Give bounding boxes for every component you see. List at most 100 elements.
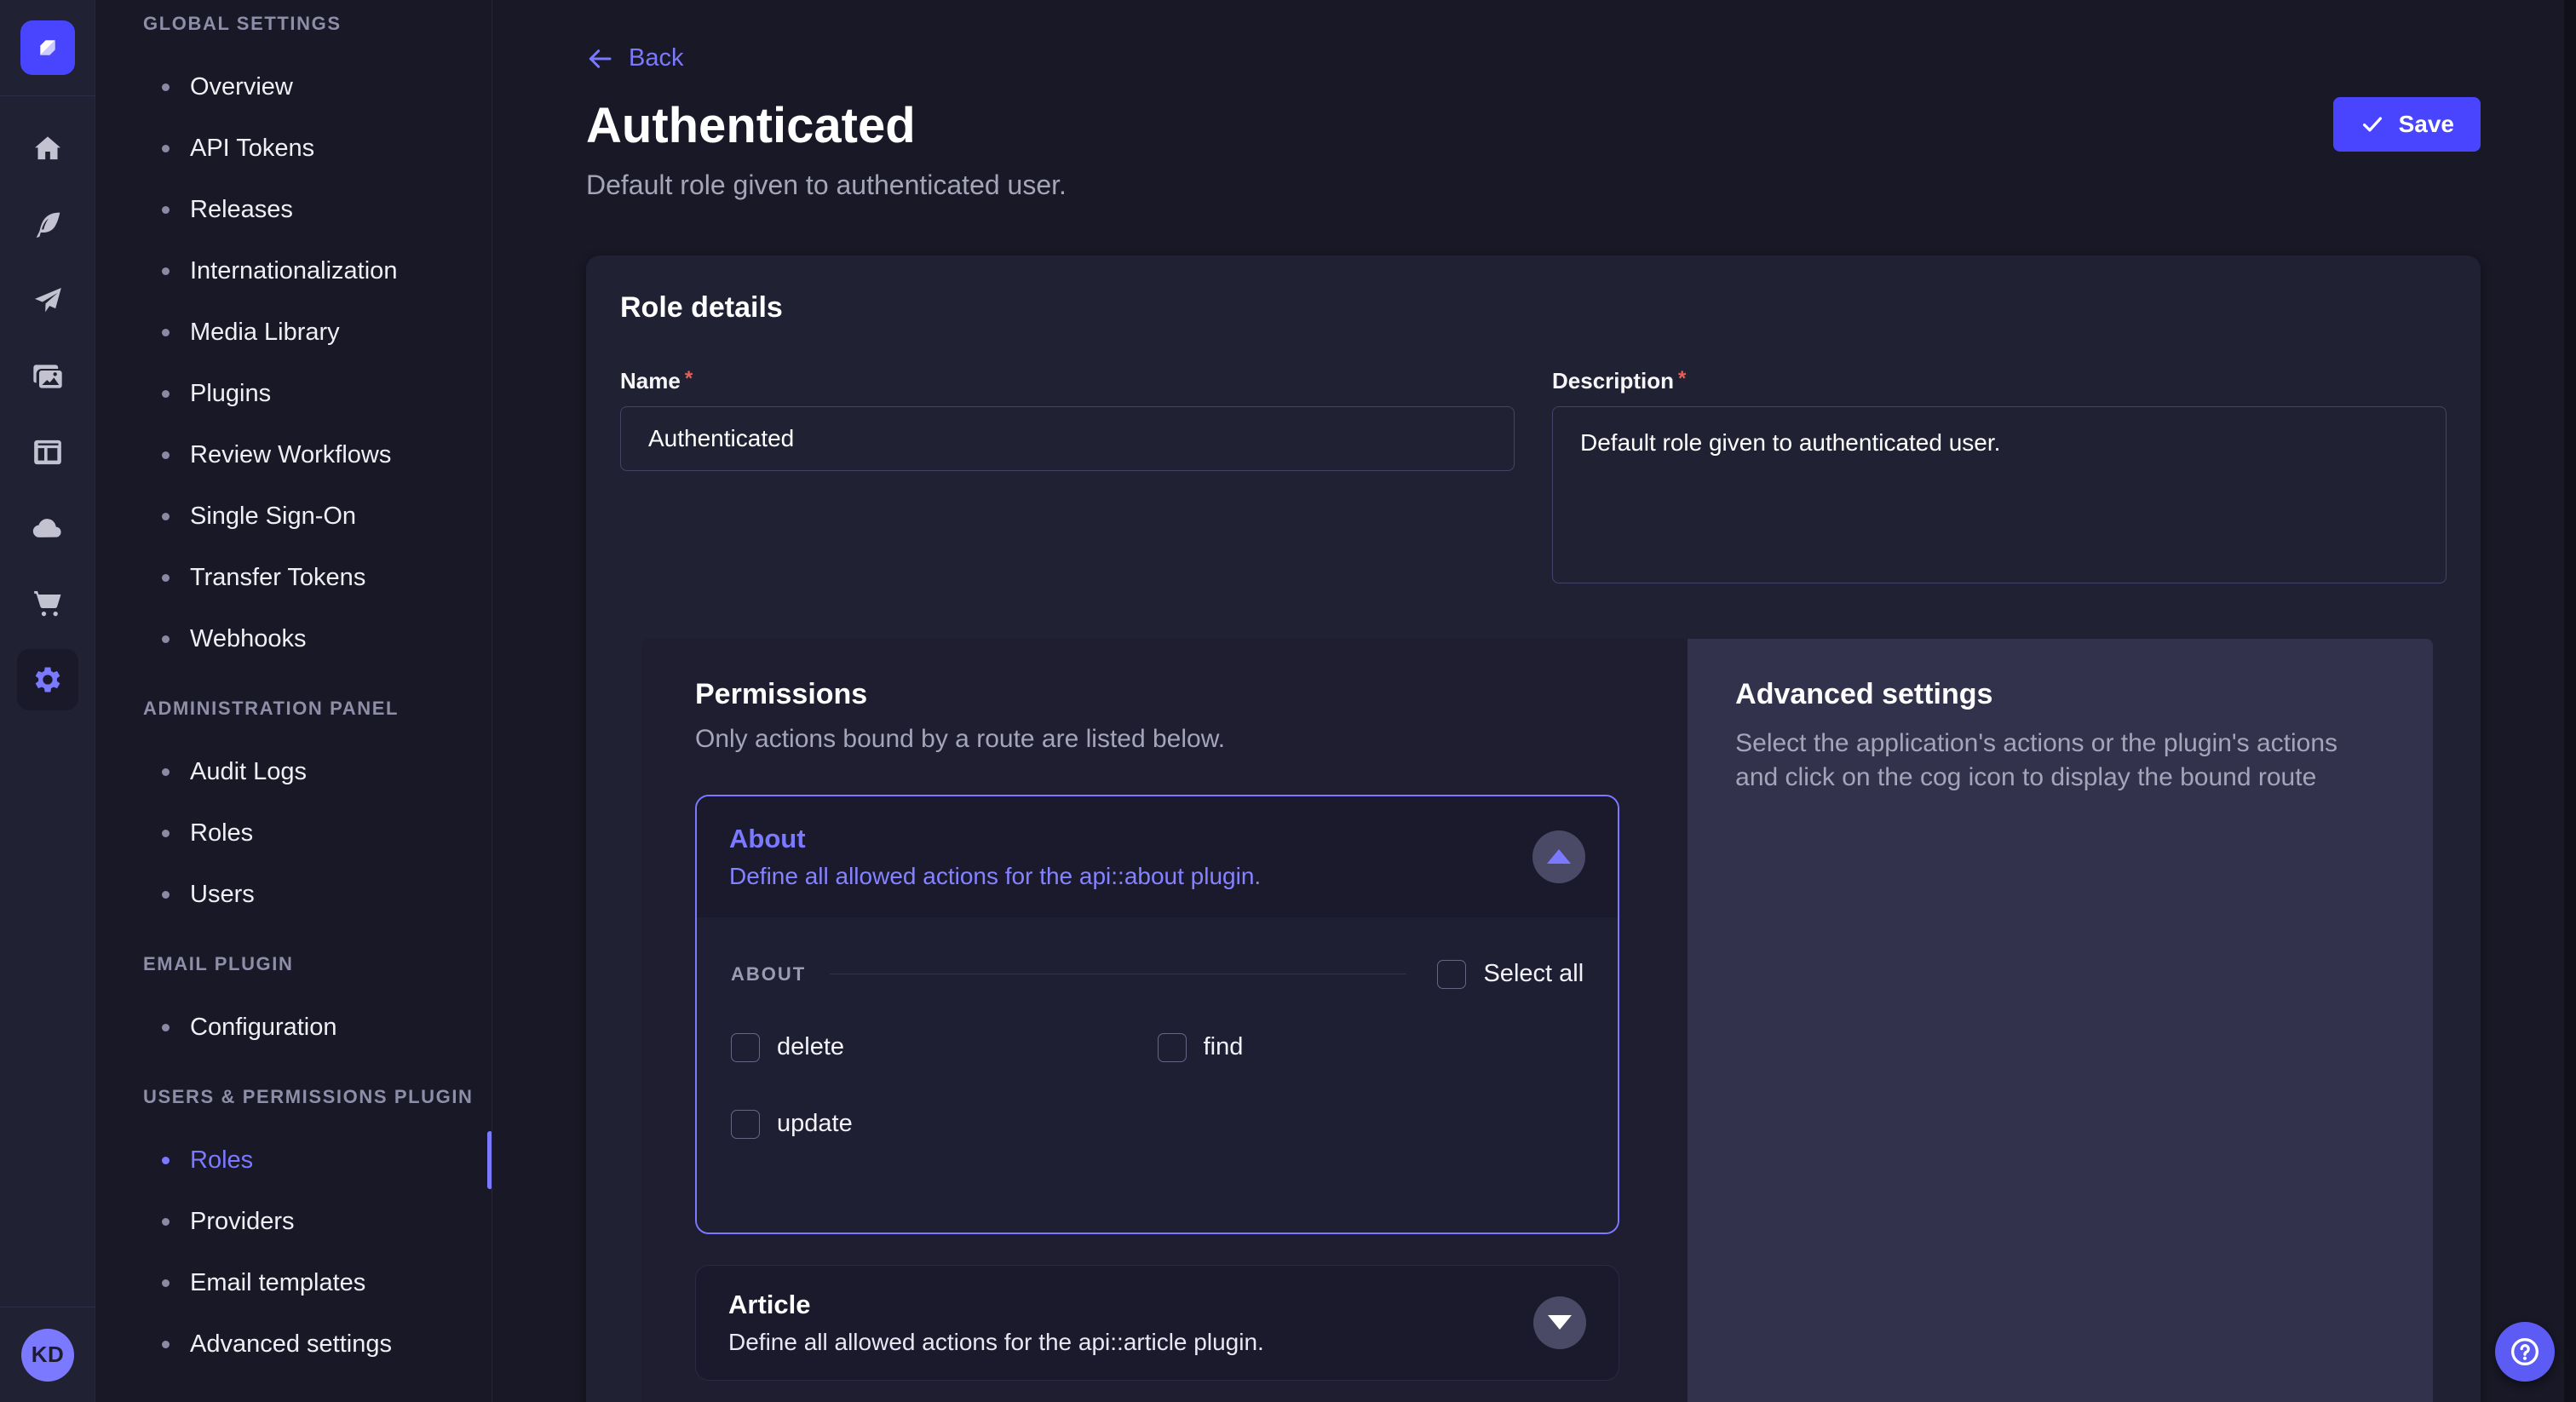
select-all-checkbox[interactable] xyxy=(1437,960,1466,989)
chevron-up-icon xyxy=(1547,849,1571,864)
nav-section-users-permissions-plugin: USERS & PERMISSIONS PLUGIN Roles Provide… xyxy=(143,1078,492,1375)
back-link[interactable]: Back xyxy=(586,44,683,72)
nav-section-header: EMAIL PLUGIN xyxy=(143,945,492,983)
bullet-icon xyxy=(162,891,170,899)
scrollbar[interactable] xyxy=(2564,0,2576,1402)
sidebar-media-library[interactable] xyxy=(17,346,78,407)
sidebar-item-label: Plugins xyxy=(190,380,271,408)
name-label: Name* xyxy=(620,368,693,394)
name-input[interactable] xyxy=(620,406,1515,471)
nav-section-header: ADMINISTRATION PANEL xyxy=(143,690,492,727)
help-button[interactable] xyxy=(2495,1322,2555,1382)
sidebar-item-label: Roles xyxy=(190,1146,253,1175)
layout-icon xyxy=(31,435,65,469)
back-label: Back xyxy=(629,44,683,72)
group-label: ABOUT xyxy=(731,963,806,985)
avatar[interactable]: KD xyxy=(21,1329,74,1382)
role-card: Role details Name* Description* Default … xyxy=(586,256,2481,1402)
delete-checkbox[interactable] xyxy=(731,1033,760,1062)
description-field-group: Description* Default role given to authe… xyxy=(1552,367,2447,588)
bullet-icon xyxy=(162,145,170,152)
sidebar-item-label: Providers xyxy=(190,1208,295,1236)
required-asterisk: * xyxy=(1678,367,1686,390)
advanced-settings-title: Advanced settings xyxy=(1735,678,2378,711)
sidebar-item-label: Configuration xyxy=(190,1014,337,1042)
check-icon xyxy=(2360,112,2385,137)
sidebar-item-label: API Tokens xyxy=(190,135,314,163)
sidebar-content-manager[interactable] xyxy=(17,194,78,256)
sidebar-item-up-email-templates[interactable]: Email templates xyxy=(143,1252,492,1313)
action-label: update xyxy=(777,1110,853,1138)
sidebar-item-media-library[interactable]: Media Library xyxy=(143,302,492,363)
expand-toggle-button[interactable] xyxy=(1533,1296,1586,1349)
bullet-icon xyxy=(162,1024,170,1031)
strapi-logo-icon xyxy=(32,32,64,64)
nav-section-email-plugin: EMAIL PLUGIN Configuration xyxy=(143,945,492,1058)
sidebar-content-type-builder[interactable] xyxy=(17,422,78,483)
bullet-icon xyxy=(162,635,170,643)
sidebar-item-internationalization[interactable]: Internationalization xyxy=(143,240,492,302)
action-label: find xyxy=(1204,1033,1244,1061)
bullet-icon xyxy=(162,574,170,582)
sidebar-item-admin-roles[interactable]: Roles xyxy=(143,802,492,864)
required-asterisk: * xyxy=(685,367,693,390)
sidebar-item-email-configuration[interactable]: Configuration xyxy=(143,997,492,1058)
save-button[interactable]: Save xyxy=(2333,97,2481,152)
bullet-icon xyxy=(162,513,170,520)
accordion-title: Article xyxy=(728,1290,1264,1320)
sidebar-item-audit-logs[interactable]: Audit Logs xyxy=(143,741,492,802)
accordion-about-header[interactable]: About Define all allowed actions for the… xyxy=(697,796,1618,917)
cloud-icon xyxy=(31,511,65,545)
action-find: find xyxy=(1158,1033,1584,1062)
action-update: update xyxy=(731,1110,1158,1139)
permissions-subtitle: Only actions bound by a route are listed… xyxy=(695,725,1619,754)
sidebar-item-admin-users[interactable]: Users xyxy=(143,864,492,925)
description-textarea[interactable]: Default role given to authenticated user… xyxy=(1552,406,2447,583)
settings-subnav: GLOBAL SETTINGS Overview API Tokens Rele… xyxy=(95,0,492,1402)
bullet-icon xyxy=(162,83,170,91)
sidebar-item-webhooks[interactable]: Webhooks xyxy=(143,608,492,669)
question-mark-icon xyxy=(2508,1335,2542,1369)
find-checkbox[interactable] xyxy=(1158,1033,1187,1062)
sidebar-item-label: Email templates xyxy=(190,1269,365,1297)
sidebar-item-api-tokens[interactable]: API Tokens xyxy=(143,118,492,179)
permissions-title: Permissions xyxy=(695,678,1619,711)
sidebar-item-up-providers[interactable]: Providers xyxy=(143,1191,492,1252)
sidebar-item-label: Overview xyxy=(190,73,293,101)
sidebar-item-transfer-tokens[interactable]: Transfer Tokens xyxy=(143,547,492,608)
sidebar-settings[interactable] xyxy=(17,649,78,710)
select-all: Select all xyxy=(1437,960,1584,989)
sidebar-item-single-sign-on[interactable]: Single Sign-On xyxy=(143,486,492,547)
role-details-title: Role details xyxy=(620,291,2447,325)
settings-gear-icon xyxy=(31,663,65,697)
name-field-group: Name* xyxy=(620,367,1515,588)
sidebar-item-releases[interactable]: Releases xyxy=(143,179,492,240)
sidebar-marketplace[interactable] xyxy=(17,573,78,635)
sidebar-releases[interactable] xyxy=(17,270,78,331)
sidebar-cloud[interactable] xyxy=(17,497,78,559)
sidebar-item-review-workflows[interactable]: Review Workflows xyxy=(143,424,492,486)
nav-section-header: GLOBAL SETTINGS xyxy=(143,5,492,43)
role-details-fields: Name* Description* Default role given to… xyxy=(620,367,2447,588)
bullet-icon xyxy=(162,267,170,275)
description-label: Description* xyxy=(1552,368,1686,394)
sidebar-item-label: Users xyxy=(190,881,255,909)
collapse-toggle-button[interactable] xyxy=(1532,830,1585,883)
sidebar-item-label: Transfer Tokens xyxy=(190,564,365,592)
sidebar-item-up-advanced-settings[interactable]: Advanced settings xyxy=(143,1313,492,1375)
sidebar-item-up-roles[interactable]: Roles xyxy=(143,1129,492,1191)
action-label: delete xyxy=(777,1033,844,1061)
sidebar-item-overview[interactable]: Overview xyxy=(143,56,492,118)
bullet-icon xyxy=(162,768,170,776)
accordion-title: About xyxy=(729,824,1261,854)
bullet-icon xyxy=(162,329,170,336)
strapi-logo[interactable] xyxy=(20,20,75,75)
nav-section-global-settings: GLOBAL SETTINGS Overview API Tokens Rele… xyxy=(143,5,492,669)
sidebar-item-label: Media Library xyxy=(190,319,340,347)
cart-icon xyxy=(31,587,65,621)
accordion-article[interactable]: Article Define all allowed actions for t… xyxy=(695,1265,1619,1381)
sidebar-item-label: Advanced settings xyxy=(190,1330,392,1359)
update-checkbox[interactable] xyxy=(731,1110,760,1139)
sidebar-item-plugins[interactable]: Plugins xyxy=(143,363,492,424)
sidebar-home[interactable] xyxy=(17,118,78,180)
